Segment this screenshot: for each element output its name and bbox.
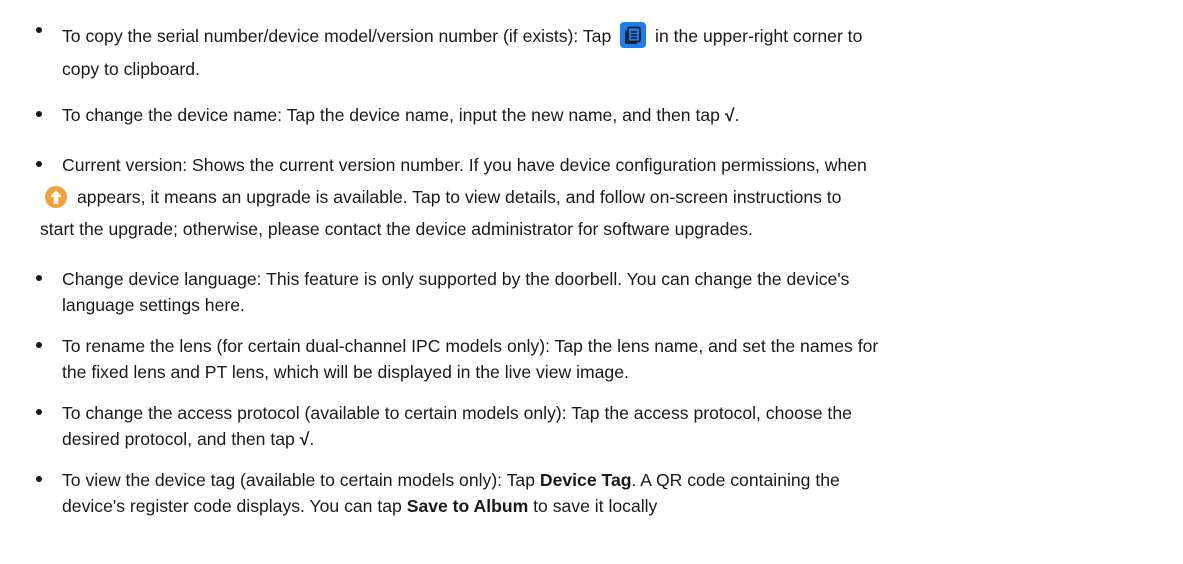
period: .: [734, 105, 740, 125]
language-line-2: language settings here.: [62, 295, 245, 315]
upgrade-arrow-icon: [45, 185, 67, 208]
language-line-1: Change device language: This feature is …: [62, 269, 850, 289]
list-item-text: Current version: Shows the current versi…: [40, 152, 1162, 248]
list-item-text: To change the access protocol (available…: [62, 400, 1162, 452]
tag-line-2-after: to save it locally: [528, 496, 658, 516]
version-line-3: start the upgrade; otherwise, please con…: [40, 219, 753, 239]
bullet-dot: [36, 27, 42, 33]
check-mark: √: [299, 429, 310, 449]
list-item-text: To view the device tag (available to cer…: [62, 467, 1162, 519]
list-item-text: Change device language: This feature is …: [62, 266, 1162, 318]
bullet-dot: [36, 275, 42, 281]
bullet-dot: [36, 476, 42, 482]
copy-info-text-before: To copy the serial number/device model/v…: [62, 26, 612, 46]
bullet-dot: [36, 342, 42, 348]
tag-line-2-before: device's register code displays. You can…: [62, 496, 407, 516]
version-line-1: Current version: Shows the current versi…: [62, 155, 867, 175]
tag-line-1-after: . A QR code containing the: [631, 470, 840, 490]
lens-line-1: To rename the lens (for certain dual-cha…: [62, 336, 879, 356]
copy-info-text-after: in the upper-right corner to: [655, 26, 863, 46]
bullet-dot: [36, 409, 42, 415]
tag-line-1-before: To view the device tag (available to cer…: [62, 470, 540, 490]
copy-info-line-2: copy to clipboard.: [62, 59, 200, 79]
copy-icon: [620, 22, 647, 49]
list-item-text: To copy the serial number/device model/v…: [62, 18, 1162, 80]
device-tag-label: Device Tag: [539, 470, 632, 490]
device-name-text: To change the device name: Tap the devic…: [62, 105, 725, 125]
lens-line-2: the fixed lens and PT lens, which will b…: [62, 362, 629, 382]
bullet-dot: [36, 111, 42, 117]
list-item-text: To rename the lens (for certain dual-cha…: [62, 333, 1162, 385]
document-page: To copy the serial number/device model/v…: [0, 0, 1183, 564]
period: .: [309, 429, 315, 449]
protocol-line-1: To change the access protocol (available…: [62, 403, 852, 423]
list-item-text: To change the device name: Tap the devic…: [62, 102, 1162, 128]
protocol-line-2: desired protocol, and then tap: [62, 429, 300, 449]
bullet-dot: [36, 161, 42, 167]
version-line-2: appears, it means an upgrade is availabl…: [77, 187, 842, 207]
save-to-album-label: Save to Album: [406, 496, 529, 516]
